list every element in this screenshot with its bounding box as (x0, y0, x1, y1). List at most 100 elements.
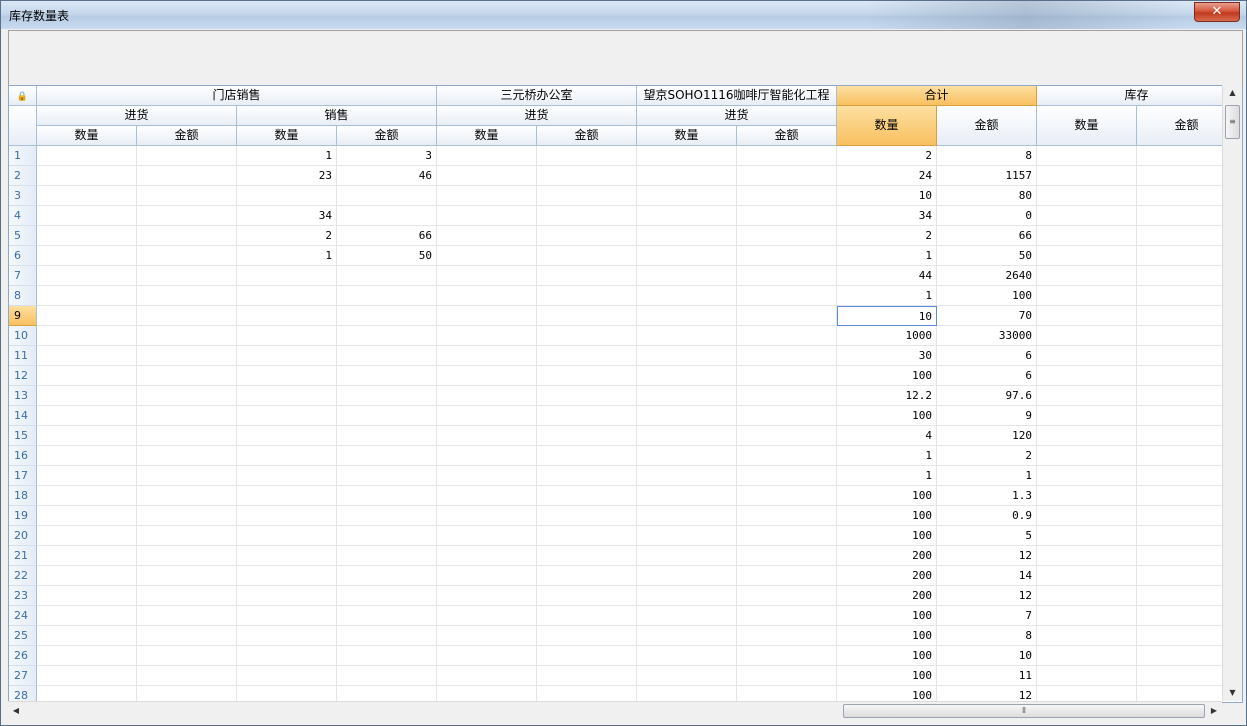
row-number[interactable]: 6 (9, 246, 37, 266)
table-cell[interactable] (337, 346, 437, 366)
table-cell[interactable] (337, 426, 437, 446)
table-cell[interactable] (137, 666, 237, 686)
row-number[interactable]: 7 (9, 266, 37, 286)
row-number[interactable]: 13 (9, 386, 37, 406)
group-header[interactable]: 合计 (837, 86, 1037, 106)
table-cell[interactable]: 2 (237, 226, 337, 246)
table-cell[interactable] (537, 386, 637, 406)
row-number[interactable]: 15 (9, 426, 37, 446)
table-cell[interactable]: 1157 (937, 166, 1037, 186)
table-cell[interactable] (737, 386, 837, 406)
table-cell[interactable]: 12 (937, 546, 1037, 566)
table-cell[interactable]: 10 (837, 306, 937, 326)
table-cell[interactable]: 100 (837, 666, 937, 686)
table-cell[interactable] (237, 506, 337, 526)
table-cell[interactable] (337, 646, 437, 666)
title-bar[interactable]: 库存数量表 ✕ (1, 1, 1246, 29)
table-cell[interactable] (137, 346, 237, 366)
column-header[interactable]: 数量 (237, 126, 337, 146)
table-cell[interactable] (537, 566, 637, 586)
table-cell[interactable]: 34 (837, 206, 937, 226)
table-cell[interactable] (537, 406, 637, 426)
table-cell[interactable] (237, 466, 337, 486)
table-cell[interactable]: 66 (937, 226, 1037, 246)
row-number[interactable]: 19 (9, 506, 37, 526)
table-cell[interactable] (237, 486, 337, 506)
table-cell[interactable] (37, 346, 137, 366)
row-number[interactable]: 17 (9, 466, 37, 486)
column-header[interactable]: 金额 (737, 126, 837, 146)
table-cell[interactable] (637, 646, 737, 666)
table-cell[interactable] (337, 526, 437, 546)
table-cell[interactable] (137, 426, 237, 446)
table-cell[interactable] (237, 446, 337, 466)
table-cell[interactable] (437, 546, 537, 566)
table-cell[interactable] (37, 426, 137, 446)
table-cell[interactable]: 80 (937, 186, 1037, 206)
table-cell[interactable]: 2 (937, 446, 1037, 466)
column-header[interactable]: 数量 (437, 126, 537, 146)
row-number[interactable]: 1 (9, 146, 37, 166)
table-cell[interactable] (1037, 546, 1137, 566)
table-cell[interactable] (337, 306, 437, 326)
row-number[interactable]: 18 (9, 486, 37, 506)
column-header[interactable]: 金额 (537, 126, 637, 146)
table-cell[interactable] (437, 606, 537, 626)
subgroup-header[interactable]: 销售 (237, 106, 437, 126)
table-cell[interactable] (737, 666, 837, 686)
table-cell[interactable] (237, 346, 337, 366)
table-cell[interactable]: 1 (837, 446, 937, 466)
table-cell[interactable] (1037, 426, 1137, 446)
table-cell[interactable]: 66 (337, 226, 437, 246)
table-cell[interactable] (1037, 266, 1137, 286)
table-cell[interactable]: 70 (937, 306, 1037, 326)
table-cell[interactable] (1037, 406, 1137, 426)
table-cell[interactable]: 12 (937, 586, 1037, 606)
table-cell[interactable] (137, 226, 237, 246)
table-cell[interactable] (37, 226, 137, 246)
table-cell[interactable] (237, 426, 337, 446)
table-cell[interactable] (737, 286, 837, 306)
row-number[interactable]: 16 (9, 446, 37, 466)
table-cell[interactable]: 2640 (937, 266, 1037, 286)
table-cell[interactable] (737, 246, 837, 266)
table-cell[interactable] (37, 526, 137, 546)
table-cell[interactable] (1037, 206, 1137, 226)
table-cell[interactable]: 1 (237, 146, 337, 166)
table-cell[interactable] (137, 186, 237, 206)
table-cell[interactable] (637, 526, 737, 546)
table-cell[interactable] (637, 546, 737, 566)
row-number[interactable]: 12 (9, 366, 37, 386)
table-cell[interactable] (737, 346, 837, 366)
table-cell[interactable] (637, 666, 737, 686)
table-cell[interactable] (37, 386, 137, 406)
table-cell[interactable]: 1000 (837, 326, 937, 346)
table-cell[interactable] (37, 486, 137, 506)
table-cell[interactable] (637, 466, 737, 486)
table-cell[interactable] (537, 266, 637, 286)
table-cell[interactable] (137, 166, 237, 186)
table-cell[interactable]: 34 (237, 206, 337, 226)
table-cell[interactable] (237, 606, 337, 626)
table-cell[interactable] (37, 286, 137, 306)
table-cell[interactable] (237, 586, 337, 606)
table-cell[interactable] (137, 146, 237, 166)
table-cell[interactable] (337, 326, 437, 346)
table-cell[interactable] (137, 626, 237, 646)
vertical-scrollbar[interactable]: ▲ ≡ ▼ (1222, 85, 1242, 701)
table-cell[interactable] (37, 186, 137, 206)
table-cell[interactable] (737, 546, 837, 566)
table-cell[interactable] (437, 146, 537, 166)
table-cell[interactable] (437, 266, 537, 286)
table-cell[interactable] (437, 166, 537, 186)
table-cell[interactable] (737, 306, 837, 326)
table-cell[interactable] (137, 586, 237, 606)
row-number[interactable]: 26 (9, 646, 37, 666)
table-cell[interactable] (437, 286, 537, 306)
row-number[interactable]: 11 (9, 346, 37, 366)
table-cell[interactable] (437, 206, 537, 226)
table-cell[interactable] (437, 366, 537, 386)
table-cell[interactable] (37, 466, 137, 486)
table-cell[interactable] (437, 426, 537, 446)
table-cell[interactable] (1037, 166, 1137, 186)
